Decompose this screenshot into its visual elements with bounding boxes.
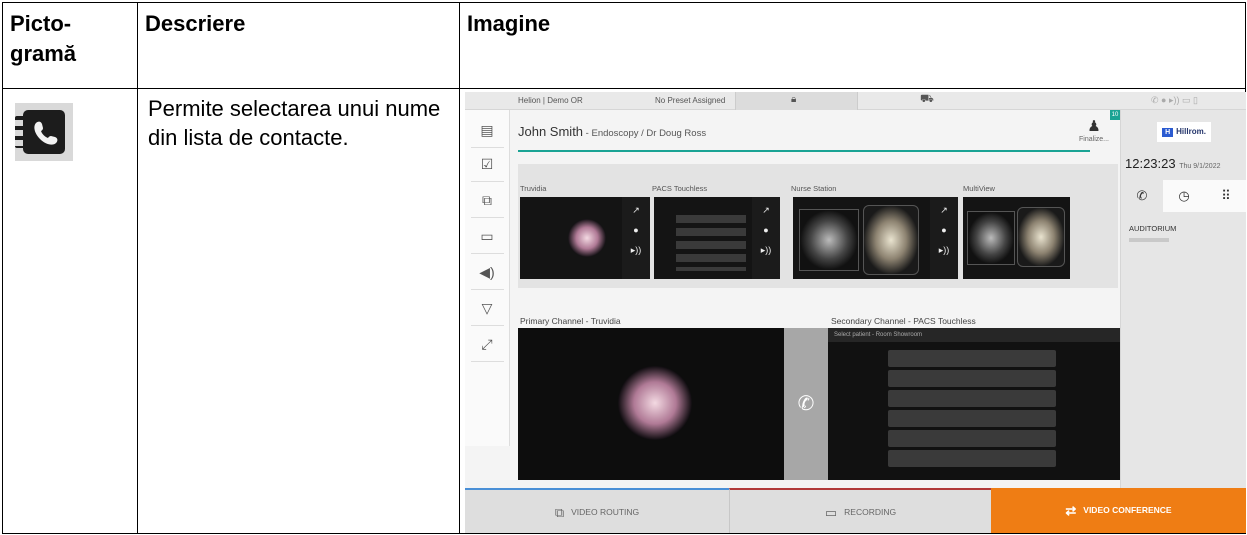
primary-channel-label: Primary Channel - Truvidia [520, 316, 621, 326]
recording-label: RECORDING [844, 507, 897, 517]
light-icon[interactable]: ▽ [478, 300, 496, 316]
document-table: Picto- gramă Descriere Imagine Permite s… [2, 2, 1246, 534]
right-panel-tabs: ✆ ◷ ⠿ [1121, 180, 1246, 212]
secondary-channel-label: Secondary Channel - PACS Touchless [831, 316, 976, 326]
patient-card-icon[interactable]: ▤ [478, 122, 496, 138]
time-text: 12:23:23 [1125, 156, 1176, 171]
contact-number-blurred [1129, 238, 1169, 242]
contacts-tab-icon[interactable]: ✆ [1121, 180, 1163, 212]
recording-tab[interactable]: ▭ RECORDING [729, 488, 991, 533]
preset-label: No Preset Assigned [655, 96, 726, 105]
brand-logo: H Hillrom. [1157, 122, 1211, 142]
video-routing-icon: ⧉ [554, 505, 565, 521]
notification-badge: 10 [1110, 110, 1120, 120]
video-conference-label: VIDEO CONFERENCE [1083, 505, 1172, 515]
fullscreen-icon[interactable]: ⤢ [478, 336, 496, 352]
source-thumb-pacs[interactable]: ↗ ● ▸)) [654, 197, 780, 279]
description-text: Permite selectarea unui nume din lista d… [148, 96, 441, 150]
brand-mark: H [1162, 128, 1174, 137]
video-conference-icon: ⇄ [1065, 503, 1077, 519]
video-routing-tab[interactable]: ⧉ VIDEO ROUTING [465, 488, 729, 533]
room-label: Helion | Demo OR [518, 96, 583, 105]
image-cell: Helion | Demo OR No Preset Assigned 🔒︎ ⛟… [459, 88, 1246, 534]
phone-icon[interactable]: ✆ [784, 328, 828, 480]
source-label-4: MultiView [963, 184, 995, 193]
checklist-icon[interactable]: ☑ [478, 156, 496, 172]
lock-tab[interactable]: 🔒︎ [735, 92, 857, 110]
content-row: Permite selectarea unui nume din lista d… [2, 88, 1246, 534]
table-icon: ⛟ [920, 93, 934, 105]
header-image: Imagine [459, 2, 1246, 89]
header-description: Descriere [137, 2, 460, 89]
display-icon[interactable]: ▭ [478, 228, 496, 244]
secondary-channel-video[interactable]: Select patient - Room Showroom [828, 328, 1120, 480]
header-pictogram: Picto- gramă [2, 2, 138, 89]
person-check-icon: ♟ [1087, 118, 1101, 135]
audio-icon[interactable]: ◀) [478, 264, 496, 280]
patient-detail: - Endoscopy / Dr Doug Ross [583, 128, 707, 139]
date-text: Thu 9/1/2022 [1179, 163, 1221, 170]
finalize-button[interactable]: ♟ Finalize... [1079, 118, 1109, 143]
ui-screenshot: Helion | Demo OR No Preset Assigned 🔒︎ ⛟… [465, 92, 1246, 533]
contact-entry[interactable]: AUDITORIUM [1129, 224, 1176, 242]
source-label-2: PACS Touchless [652, 184, 708, 193]
patient-name: John Smith [518, 124, 584, 139]
source-thumb-truvidia[interactable]: ↗ ● ▸)) [520, 197, 650, 279]
history-clock-icon[interactable]: ◷ [1163, 180, 1205, 212]
video-routing-label: VIDEO ROUTING [571, 507, 640, 517]
source-label-3: Nurse Station [791, 184, 837, 193]
contacts-book-phone-icon [15, 103, 73, 161]
primary-channel-video[interactable] [518, 328, 784, 480]
pictogram-cell [2, 88, 138, 534]
source-thumb-nurse[interactable]: ↗ ● ▸)) [793, 197, 958, 279]
keypad-icon[interactable]: ⠿ [1205, 180, 1246, 212]
patient-header: John Smith - Endoscopy / Dr Doug Ross [518, 124, 706, 139]
top-bar: Helion | Demo OR No Preset Assigned 🔒︎ ⛟… [465, 92, 1246, 110]
patient-underline [518, 150, 1090, 152]
right-panel: H Hillrom. 12:23:23 Thu 9/1/2022 ✆ ◷ ⠿ AU… [1120, 110, 1246, 488]
lock-icon: 🔒︎ [791, 94, 797, 105]
recording-icon: ▭ [824, 505, 838, 521]
layout-tab[interactable]: ⛟ [857, 92, 992, 110]
routing-icon[interactable]: ⧉ [478, 192, 496, 208]
source-label-1: Truvidia [520, 184, 547, 193]
bottom-tabs: ⧉ VIDEO ROUTING ▭ RECORDING ⇄ VIDEO CONFERE… [465, 488, 1246, 533]
source-thumb-multiview[interactable] [963, 197, 1070, 279]
header-pictogram-text: Picto- gramă [10, 11, 77, 66]
status-icons: ✆ ● ▸)) ▭ ▯ [1151, 95, 1198, 105]
clock: 12:23:23 Thu 9/1/2022 [1125, 156, 1221, 171]
header-row: Picto- gramă Descriere Imagine [2, 2, 1246, 89]
secondary-header: Select patient - Room Showroom [828, 328, 1120, 342]
finalize-label: Finalize... [1079, 136, 1109, 143]
brand-name: Hillrom. [1176, 127, 1206, 136]
description-cell: Permite selectarea unui nume din lista d… [137, 88, 460, 534]
video-conference-tab[interactable]: ⇄ VIDEO CONFERENCE [991, 488, 1246, 533]
contact-name: AUDITORIUM [1129, 224, 1177, 233]
left-toolbar: ▤ ☑ ⧉ ▭ ◀) ▽ ⤢ [465, 110, 510, 446]
